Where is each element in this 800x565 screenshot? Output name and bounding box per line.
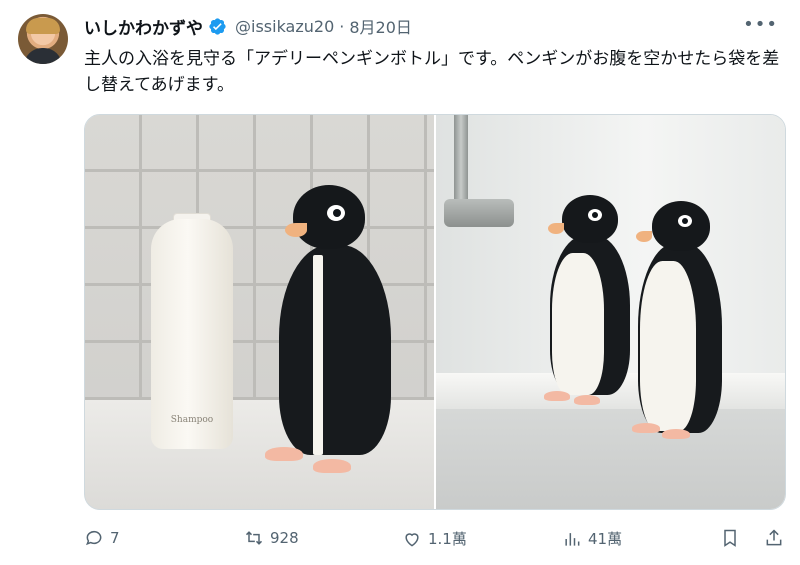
reply-button[interactable]: 7 bbox=[84, 528, 120, 548]
share-icon bbox=[766, 529, 782, 546]
views-icon bbox=[565, 532, 580, 546]
avatar[interactable] bbox=[18, 14, 68, 64]
like-count: 1.1萬 bbox=[428, 530, 467, 548]
verified-badge-icon bbox=[209, 17, 226, 35]
tweet-header: いしかわかずや @issikazu20 · 8月20日 bbox=[84, 14, 412, 39]
author-name[interactable]: いしかわかずや bbox=[84, 14, 203, 39]
tweet-actions: 7 928 1.1萬 41萬 bbox=[84, 528, 784, 554]
views-count: 41萬 bbox=[588, 530, 623, 548]
bookmark-icon bbox=[724, 529, 736, 547]
reply-count: 7 bbox=[110, 529, 120, 547]
separator: · bbox=[339, 16, 345, 36]
tweet-text: 主人の入浴を見守る「アデリーペンギンボトル」です。ペンギンがお腹を空かせたら袋を… bbox=[84, 49, 780, 95]
reply-icon bbox=[86, 530, 102, 546]
bottle-label: Shampoo bbox=[170, 415, 214, 425]
repost-count: 928 bbox=[270, 529, 299, 547]
like-icon bbox=[405, 532, 419, 547]
repost-icon bbox=[245, 531, 263, 545]
penguin-bottle bbox=[265, 185, 405, 475]
penguin-bottle bbox=[632, 201, 728, 451]
views-button[interactable]: 41萬 bbox=[562, 528, 622, 549]
media-image-right[interactable] bbox=[436, 115, 785, 509]
media-image-left[interactable]: Shampoo bbox=[85, 115, 434, 509]
share-button[interactable] bbox=[764, 528, 784, 548]
bookmark-button[interactable] bbox=[720, 528, 740, 548]
like-button[interactable]: 1.1萬 bbox=[402, 528, 467, 549]
tweet-media[interactable]: Shampoo bbox=[84, 114, 786, 510]
more-icon[interactable]: ••• bbox=[743, 14, 778, 35]
penguin-bottle bbox=[544, 195, 634, 405]
repost-button[interactable]: 928 bbox=[244, 528, 299, 548]
tweet-date[interactable]: 8月20日 bbox=[349, 14, 412, 38]
author-handle[interactable]: @issikazu20 bbox=[235, 17, 334, 36]
